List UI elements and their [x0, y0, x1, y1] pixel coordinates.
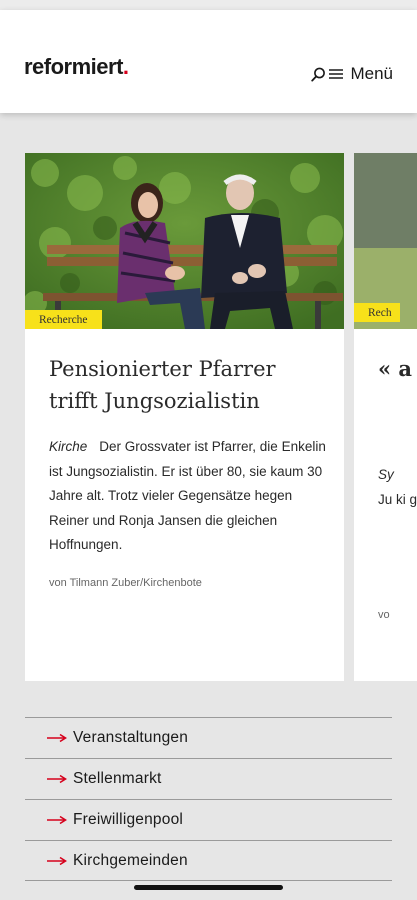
status-bar [0, 0, 417, 10]
link-label: Freiwilligenpool [73, 811, 184, 828]
article-card-next[interactable]: Rech « a u Sy Ju ki gl au vo [354, 153, 417, 681]
quick-links: Veranstaltungen Stellenmarkt Freiwillige… [25, 717, 392, 881]
article-teaser-text: Der Grossvater ist Pfarrer, die Enkelin … [49, 439, 326, 552]
app-header: reformiert. Menü [0, 10, 417, 113]
home-indicator[interactable] [134, 885, 283, 890]
menu-label: Menü [350, 64, 393, 83]
article-rubric: Kirche [49, 439, 88, 454]
arrow-right-icon [47, 815, 67, 825]
article-image[interactable]: Recherche [25, 153, 344, 329]
article-card[interactable]: Recherche Pensionierter Pfarrer trifft J… [25, 153, 344, 681]
logo-dot: . [122, 54, 129, 79]
article-title[interactable]: Pensionierter Pfarrer trifft Jungsoziali… [49, 353, 329, 417]
category-tag-next[interactable]: Rech [354, 303, 400, 322]
link-label: Stellenmarkt [73, 770, 162, 787]
article-author: von Tilmann Zuber/Kirchenbote [49, 577, 202, 589]
link-kirchgemeinden[interactable]: Kirchgemeinden [25, 840, 392, 881]
article-teaser-next: Sy Ju ki gl au [378, 463, 417, 512]
link-label: Veranstaltungen [73, 729, 189, 746]
search-icon [311, 67, 326, 82]
article-author-next: vo [378, 609, 390, 621]
arrow-right-icon [47, 856, 67, 865]
link-label: Kirchgemeinden [73, 851, 188, 869]
link-stellenmarkt[interactable]: Stellenmarkt [25, 758, 392, 799]
link-freiwilligenpool[interactable]: Freiwilligenpool [25, 799, 392, 840]
article-carousel[interactable]: Recherche Pensionierter Pfarrer trifft J… [0, 153, 417, 681]
article-teaser: Kirche Der Grossvater ist Pfarrer, die En… [49, 435, 334, 558]
logo-text: reformiert [24, 54, 123, 79]
menu-button[interactable]: Menü [311, 64, 393, 84]
article-photo [25, 153, 344, 329]
link-veranstaltungen[interactable]: Veranstaltungen [25, 717, 392, 758]
article-teaser-text-next: Ju ki gl au [378, 491, 417, 507]
hamburger-icon [329, 68, 344, 80]
category-tag[interactable]: Recherche [25, 310, 102, 329]
site-logo[interactable]: reformiert. [24, 54, 129, 80]
arrow-right-icon [47, 774, 67, 784]
arrow-right-icon [47, 733, 67, 743]
article-title-next[interactable]: « a u [378, 353, 417, 385]
article-rubric-next: Sy [378, 467, 394, 482]
